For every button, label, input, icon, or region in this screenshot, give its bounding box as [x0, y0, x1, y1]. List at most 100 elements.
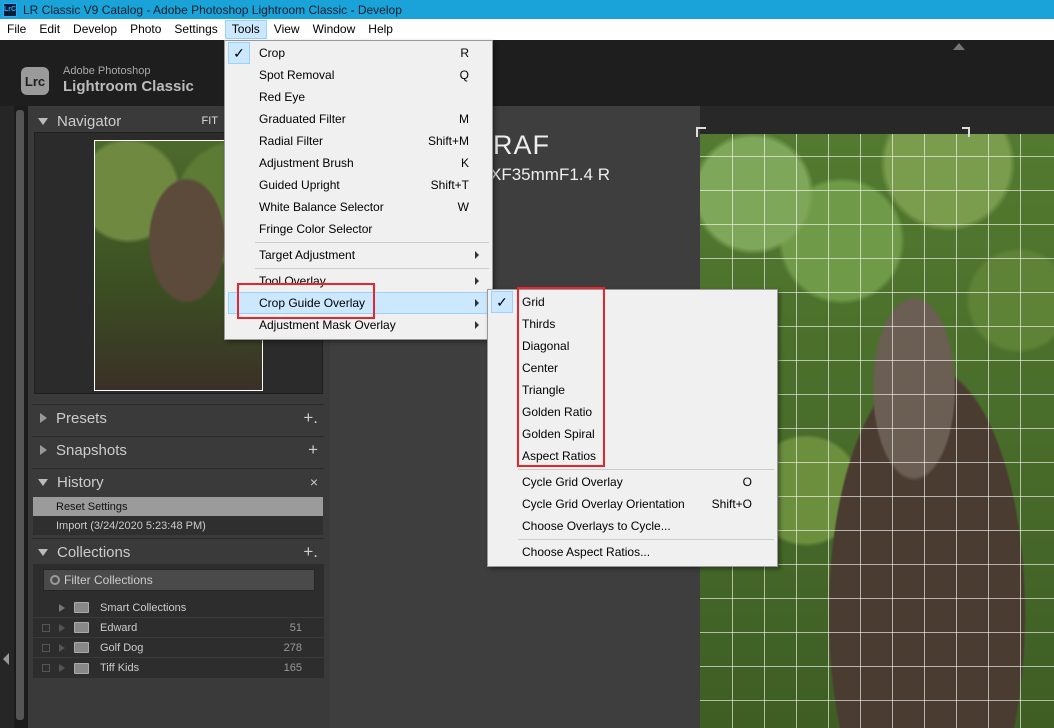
collection-count: 165 — [283, 662, 302, 674]
menu-item-label: Fringe Color Selector — [259, 222, 373, 236]
brand-line1: Adobe Photoshop — [63, 65, 151, 77]
lightroom-window: { "window": {"title": "LR Classic V9 Cat… — [0, 0, 1054, 728]
collection-icon — [74, 622, 89, 633]
menu-develop[interactable]: Develop — [67, 20, 123, 39]
collapse-arrow-icon — [40, 445, 47, 455]
menu-item-guided-upright[interactable]: Guided Upright Shift+T — [259, 174, 489, 196]
submenu-item-cycle-grid-overlay[interactable]: Cycle Grid Overlay O — [522, 471, 772, 493]
crop-handle-top-left[interactable] — [696, 127, 706, 137]
collection-set-smart[interactable]: Smart Collections — [33, 598, 324, 618]
crop-grid-line — [700, 700, 1054, 701]
menu-help[interactable]: Help — [362, 20, 399, 39]
menu-separator — [518, 539, 774, 540]
crop-grid-line — [700, 156, 1054, 157]
menu-separator — [255, 242, 489, 243]
target-checkbox[interactable] — [42, 643, 50, 652]
collection-icon — [74, 662, 89, 674]
add-snapshot-icon[interactable]: + — [308, 440, 318, 460]
menu-shortcut: Shift+T — [430, 178, 469, 192]
expand-arrow-icon — [38, 478, 48, 486]
menu-edit[interactable]: Edit — [33, 20, 66, 39]
menu-item-label: White Balance Selector — [259, 200, 384, 214]
filter-placeholder: Filter Collections — [64, 573, 153, 587]
collections-header[interactable]: Collections +. — [32, 539, 324, 565]
identity-plate — [0, 40, 1054, 106]
menu-item-white-balance-selector[interactable]: White Balance Selector W — [259, 196, 489, 218]
check-icon: ✓ — [491, 291, 513, 313]
menu-item-crop[interactable]: Crop R — [259, 42, 489, 64]
menu-shortcut: R — [460, 46, 469, 60]
menu-tools[interactable]: Tools — [224, 20, 267, 39]
menu-view[interactable]: View — [268, 20, 306, 39]
collection-name: Smart Collections — [100, 601, 187, 614]
menu-shortcut: Q — [459, 68, 469, 82]
menu-item-target-adjustment[interactable]: Target Adjustment — [259, 244, 489, 266]
add-preset-icon[interactable]: +. — [303, 408, 318, 428]
menu-window[interactable]: Window — [307, 20, 362, 39]
snapshots-title: Snapshots — [56, 441, 127, 459]
menu-item-label: Adjustment Mask Overlay — [259, 318, 396, 332]
history-item[interactable]: Reset Settings — [33, 497, 323, 516]
smart-collection-folder-icon — [74, 602, 89, 613]
collection-icon — [74, 642, 89, 653]
menu-item-label: Choose Overlays to Cycle... — [522, 519, 671, 533]
navigator-title: Navigator — [57, 112, 122, 130]
submenu-item-cycle-grid-overlay-orientation[interactable]: Cycle Grid Overlay Orientation Shift+O — [522, 493, 772, 515]
menu-item-label: Cycle Grid Overlay — [522, 475, 623, 489]
menu-shortcut: K — [460, 156, 469, 170]
collection-item[interactable]: Edward 51 — [33, 618, 324, 638]
collection-count: 278 — [283, 641, 302, 654]
menu-file[interactable]: File — [1, 20, 32, 39]
snapshots-header[interactable]: Snapshots + — [32, 437, 324, 463]
menu-item-graduated-filter[interactable]: Graduated Filter M — [259, 108, 489, 130]
menu-shortcut: Shift+O — [711, 497, 752, 511]
menu-separator — [518, 469, 774, 470]
menu-item-spot-removal[interactable]: Spot Removal Q — [259, 64, 489, 86]
collection-item[interactable]: Tiff Kids 165 — [33, 658, 324, 678]
collection-name: Golf Dog — [100, 641, 144, 654]
menu-item-label: Cycle Grid Overlay Orientation — [522, 497, 685, 511]
collapse-arrow-icon — [40, 413, 47, 423]
menu-item-adjustment-brush[interactable]: Adjustment Brush K — [259, 152, 489, 174]
expand-arrow-icon — [38, 548, 48, 556]
crop-grid-line — [700, 190, 1054, 191]
expand-triangle-icon — [59, 623, 65, 632]
expand-triangle-icon — [59, 664, 65, 672]
clear-history-icon[interactable]: × — [310, 474, 318, 490]
menu-item-red-eye[interactable]: Red Eye — [259, 86, 489, 108]
filter-collections-input[interactable]: Filter Collections — [43, 569, 315, 591]
collapse-left-panel-icon[interactable] — [3, 653, 9, 665]
menu-item-radial-filter[interactable]: Radial Filter Shift+M — [259, 130, 489, 152]
history-header[interactable]: History × — [32, 469, 324, 495]
crop-grid-line — [700, 632, 1054, 633]
submenu-item-choose-aspect-ratios[interactable]: Choose Aspect Ratios... — [522, 541, 772, 563]
submenu-item-choose-overlays-to-cycle[interactable]: Choose Overlays to Cycle... — [522, 515, 772, 537]
collection-count: 51 — [289, 621, 302, 634]
target-checkbox[interactable] — [42, 623, 50, 632]
submenu-arrow-icon — [475, 251, 479, 259]
collapse-top-panel-icon[interactable] — [953, 43, 965, 50]
menu-shortcut: W — [457, 200, 469, 214]
expand-arrow-icon — [38, 117, 48, 125]
menu-item-fringe-color-selector[interactable]: Fringe Color Selector — [259, 218, 489, 240]
add-collection-icon[interactable]: +. — [303, 542, 318, 562]
left-panel-scrollbar[interactable] — [16, 110, 24, 720]
collection-name: Edward — [100, 621, 138, 634]
expand-triangle-icon[interactable] — [59, 603, 65, 612]
app-icon: LrC — [3, 2, 17, 17]
info-overlay-filename: RAF — [493, 130, 550, 160]
lrc-logo: Lrc — [21, 67, 49, 95]
menu-shortcut: O — [742, 475, 752, 489]
crop-handle-top[interactable] — [962, 127, 970, 137]
presets-header[interactable]: Presets +. — [32, 405, 324, 431]
collection-item[interactable]: Golf Dog 278 — [33, 638, 324, 658]
menu-settings[interactable]: Settings — [168, 20, 223, 39]
submenu-arrow-icon — [475, 299, 479, 307]
navigator-fit-button[interactable]: FIT — [202, 115, 219, 127]
history-item[interactable]: Import (3/24/2020 5:23:48 PM) — [33, 516, 323, 535]
menu-photo[interactable]: Photo — [124, 20, 167, 39]
menu-item-label: Graduated Filter — [259, 112, 346, 126]
submenu-arrow-icon — [475, 321, 479, 329]
crop-grid-line — [700, 258, 1054, 259]
target-checkbox[interactable] — [42, 664, 50, 672]
